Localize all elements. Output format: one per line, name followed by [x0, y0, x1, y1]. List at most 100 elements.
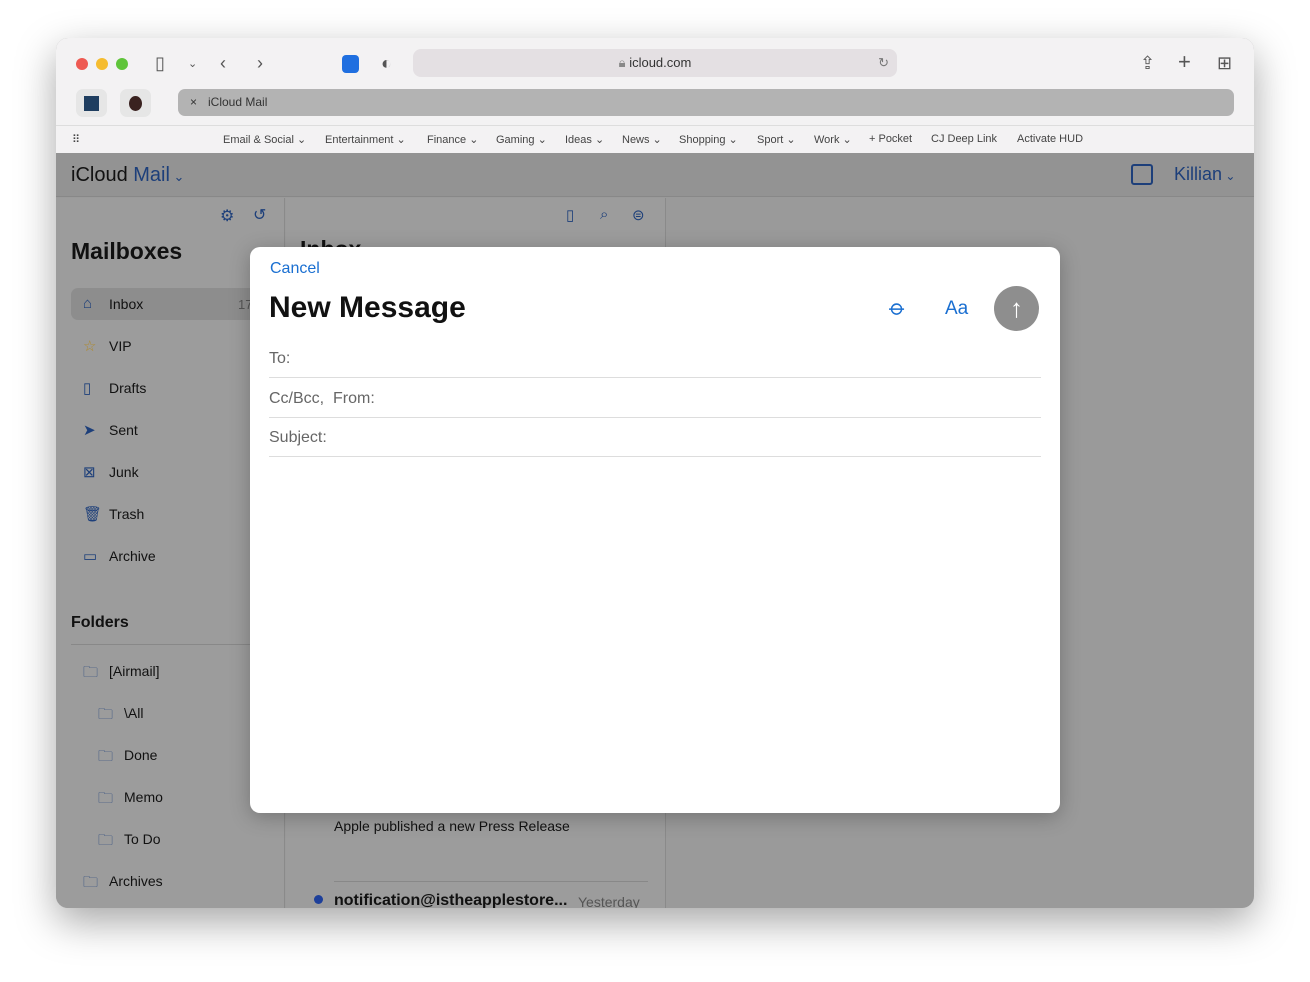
from-label: From: [333, 390, 375, 407]
archive-icon: ▭ [83, 548, 98, 565]
sidebar-toggle-icon[interactable]: ▯ [155, 53, 165, 73]
minimize-window-button[interactable] [96, 58, 108, 70]
filter-icon[interactable]: ⊜ [632, 206, 645, 224]
new-tab-icon[interactable]: + [1178, 51, 1191, 73]
format-button[interactable]: Aa [945, 298, 968, 320]
shield-icon[interactable]: ◐ [381, 53, 392, 73]
mailbox-archive[interactable]: ▭ Archive [83, 548, 156, 565]
message-preview[interactable]: Apple published a new Press Release [334, 818, 570, 834]
bookmark[interactable]: Email & Social ⌄ [223, 133, 306, 146]
star-icon: ☆ [83, 338, 97, 355]
bookmark[interactable]: Sport ⌄ [757, 133, 796, 146]
layout-toggle-icon[interactable]: ▯ [566, 206, 574, 224]
folder-label: Archives [109, 873, 163, 889]
share-icon[interactable]: ⇪ [1140, 53, 1155, 73]
active-tab[interactable]: × iCloud Mail [178, 89, 1234, 116]
mailbox-label: Inbox [109, 296, 144, 312]
tray-icon: ⌂ [83, 295, 93, 312]
tab-title: iCloud Mail [208, 95, 268, 109]
folder-item[interactable]: 🗀 [Airmail] [83, 663, 160, 681]
divider [334, 881, 648, 882]
mailbox-inbox[interactable]: ⌂ Inbox [83, 295, 144, 312]
bookmark[interactable]: Activate HUD [1017, 133, 1083, 145]
bookmark[interactable]: Work ⌄ [814, 133, 852, 146]
compose-title: New Message [269, 291, 466, 324]
doc-icon: ▯ [83, 380, 92, 397]
bookmark[interactable]: Shopping ⌄ [679, 133, 738, 146]
unread-dot-icon [314, 895, 323, 904]
message-sender[interactable]: notification@istheapplestore... [334, 892, 567, 908]
bookmark[interactable]: News ⌄ [622, 133, 662, 146]
pinned-tab-2[interactable] [120, 89, 151, 117]
mailbox-junk[interactable]: ⊠ Junk [83, 464, 139, 481]
message-date: Yesterday [578, 894, 640, 908]
bookmark[interactable]: + Pocket [869, 133, 912, 145]
tab-overview-icon[interactable]: ⊞ [1217, 53, 1232, 73]
settings-icon[interactable]: ⚙ [220, 206, 234, 226]
bookmarks-bar: ⠿ Email & Social ⌄ Entertainment ⌄ Finan… [56, 125, 1254, 153]
mailbox-drafts[interactable]: ▯ Drafts [83, 380, 147, 397]
forward-icon[interactable]: › [257, 53, 263, 73]
trash-icon: 🗑︎ [83, 506, 103, 523]
mailbox-label: Archive [109, 548, 156, 564]
cancel-button[interactable]: Cancel [270, 260, 320, 278]
folder-label: To Do [124, 831, 161, 847]
lock-icon: 🔒︎ [618, 55, 630, 70]
arrow-up-icon: ↑ [1010, 293, 1023, 323]
subject-field[interactable]: Subject: [269, 419, 1041, 457]
folder-icon: 🗀 [83, 874, 99, 891]
cc-from-field[interactable]: Cc/Bcc, From: [269, 380, 1041, 418]
back-icon[interactable]: ‹ [220, 53, 226, 73]
folder-label: Done [124, 747, 158, 763]
mailbox-sent[interactable]: ➤ Sent [83, 422, 138, 439]
folder-item[interactable]: 🗀 To Do [98, 831, 161, 849]
bookmark[interactable]: CJ Deep Link [931, 133, 997, 145]
account-menu[interactable]: Killian ⌄ [1174, 164, 1235, 185]
mailbox-trash[interactable]: 🗑︎ Trash [83, 506, 144, 523]
close-tab-icon[interactable]: × [190, 89, 197, 116]
folder-icon: 🗀 [98, 706, 114, 723]
refresh-icon[interactable]: ↺ [253, 205, 266, 225]
message-body[interactable] [269, 462, 1041, 792]
pinned-tab-1[interactable] [76, 89, 107, 117]
apps-grid-icon[interactable]: ⠿ [72, 133, 80, 146]
compose-icon[interactable] [1131, 164, 1153, 185]
junk-icon: ⊠ [83, 464, 96, 481]
ccbcc-label[interactable]: Cc/Bcc, [269, 390, 324, 407]
address-bar[interactable]: 🔒︎ icloud.com ↻ [413, 49, 897, 77]
bookmark[interactable]: Finance ⌄ [427, 133, 478, 146]
reload-icon[interactable]: ↻ [878, 49, 889, 77]
mailbox-vip[interactable]: ☆ VIP [83, 338, 132, 355]
folder-label: [Airmail] [109, 663, 160, 679]
compose-dialog: Cancel New Message ⌀ Aa ↑ To: Cc/Bcc, Fr… [250, 247, 1060, 813]
bookmark[interactable]: Ideas ⌄ [565, 133, 604, 146]
folder-item[interactable]: 🗀 \All [98, 705, 143, 723]
url-text: icloud.com [629, 55, 692, 70]
folder-item[interactable]: 🗀 Memo [98, 789, 163, 807]
brand-prefix: iCloud [71, 164, 128, 186]
to-field[interactable]: To: [269, 340, 1041, 378]
user-name: Killian [1174, 164, 1223, 184]
zoom-window-button[interactable] [116, 58, 128, 70]
extension-cube-icon[interactable] [342, 55, 359, 73]
to-label: To: [269, 350, 291, 367]
chevron-down-icon: ⌄ [169, 169, 185, 184]
subject-label: Subject: [269, 429, 327, 446]
send-button[interactable]: ↑ [994, 286, 1039, 331]
mailbox-label: Drafts [109, 380, 147, 396]
bookmark[interactable]: Entertainment ⌄ [325, 133, 406, 146]
search-icon[interactable]: ⌕ [600, 206, 608, 223]
browser-toolbar: ▯ ⌄ ‹ › ◐ 🔒︎ icloud.com ↻ ⇪ + ⊞ × iCloud M… [56, 38, 1254, 153]
mailbox-label: VIP [109, 338, 132, 354]
folder-item[interactable]: 🗀 Archives [83, 873, 163, 891]
bookmark[interactable]: Gaming ⌄ [496, 133, 547, 146]
close-window-button[interactable] [76, 58, 88, 70]
folder-item[interactable]: 🗀 Done [98, 747, 158, 765]
folder-icon: 🗀 [98, 748, 114, 765]
mailbox-label: Junk [109, 464, 139, 480]
chevron-down-icon[interactable]: ⌄ [188, 54, 197, 74]
app-header: iCloud Mail ⌄ Killian ⌄ [56, 153, 1254, 197]
paperclip-icon[interactable]: ⌀ [884, 294, 911, 322]
folder-label: Memo [124, 789, 163, 805]
app-logo[interactable]: iCloud Mail ⌄ [71, 164, 184, 187]
